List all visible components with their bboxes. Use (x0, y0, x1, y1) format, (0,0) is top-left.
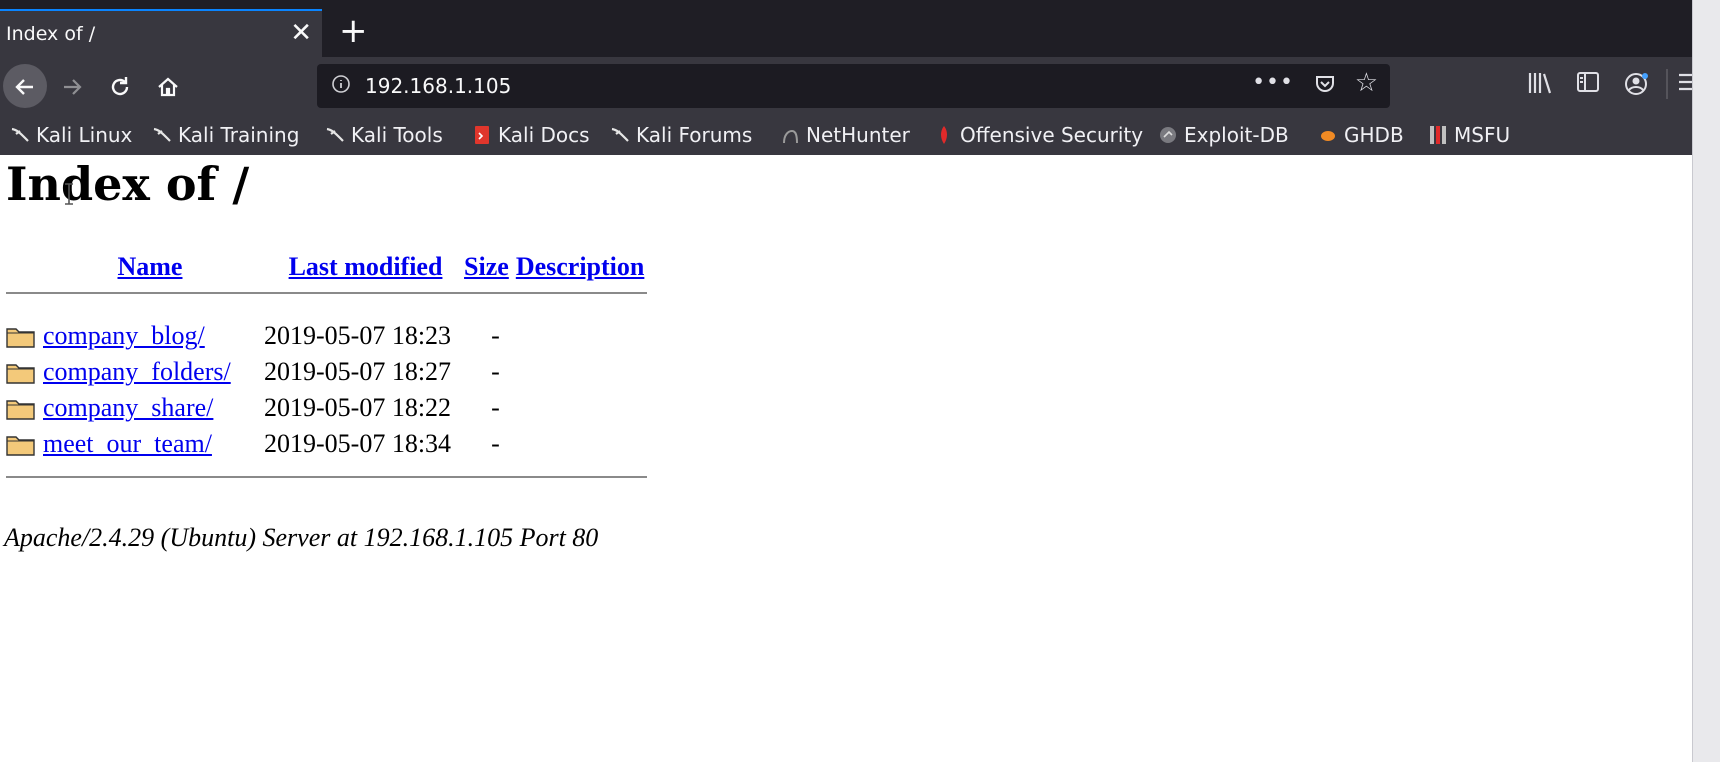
bookmark-label: Kali Training (178, 123, 300, 147)
entry-description (512, 318, 648, 354)
kali-dragon-icon (611, 127, 629, 142)
entry-modified: 2019-05-07 18:22 (264, 393, 452, 422)
bookmark-nethunter[interactable]: NetHunter (780, 121, 910, 149)
kali-dragon-icon (11, 127, 29, 142)
entry-size: - (491, 429, 500, 458)
bookmark-label: Kali Tools (351, 123, 443, 147)
entry-link[interactable]: meet_our_team/ (43, 429, 212, 458)
bookmark-label: Offensive Security (960, 123, 1144, 147)
footer-divider (6, 476, 648, 478)
menu-icon[interactable] (1679, 71, 1693, 93)
forward-arrow-icon (64, 79, 82, 95)
page-title: Index of / (6, 157, 250, 211)
bookmark-exploit-db[interactable]: Exploit-DB (1158, 121, 1289, 149)
sort-by-description-link[interactable]: Description (516, 252, 645, 281)
tab-bar: Index of / ✕ + (0, 0, 1692, 57)
account-icon[interactable] (1624, 71, 1650, 97)
folder-icon (6, 328, 35, 348)
entry-description (512, 426, 648, 462)
kali-docs-icon (475, 126, 489, 144)
bookmark-kali-docs[interactable]: Kali Docs (472, 121, 590, 149)
entry-size: - (491, 321, 500, 350)
new-tab-button[interactable]: + (339, 11, 368, 51)
sidebar-icon[interactable] (1576, 71, 1600, 93)
bookmark-kali-forums[interactable]: Kali Forums (610, 121, 752, 149)
sort-by-modified-link[interactable]: Last modified (289, 252, 443, 281)
kali-dragon-icon (153, 127, 171, 142)
entry-link[interactable]: company_blog/ (43, 321, 205, 350)
bookmarks-toolbar: Kali Linux Kali Training Kali Tools Kali Do… (0, 115, 1692, 155)
sort-by-name-link[interactable]: Name (118, 252, 183, 281)
reload-icon (111, 77, 129, 96)
entry-size: - (491, 393, 500, 422)
library-icon[interactable] (1527, 71, 1553, 95)
entry-link[interactable]: company_folders/ (43, 357, 231, 386)
table-row: meet_our_team/2019-05-07 18:34 - (6, 426, 647, 462)
pocket-icon[interactable] (1314, 73, 1336, 95)
tab-title: Index of / (6, 23, 96, 45)
sort-by-size-link[interactable]: Size (464, 252, 509, 281)
vertical-scrollbar[interactable] (1692, 0, 1720, 762)
page-content: Index of / Name Last modified Size Descr… (0, 155, 1692, 762)
ghdb-icon (1321, 131, 1335, 141)
folder-icon (6, 364, 35, 384)
nav-bar: 192.168.1.105 ••• ☆ (0, 57, 1693, 115)
url-bar[interactable]: 192.168.1.105 ••• ☆ (317, 64, 1390, 108)
text-cursor-icon (65, 183, 73, 205)
folder-icon (6, 400, 35, 420)
table-row: company_share/2019-05-07 18:22 - (6, 390, 647, 426)
bookmark-label: Kali Docs (498, 123, 590, 147)
bookmark-kali-linux[interactable]: Kali Linux (10, 121, 132, 149)
back-button[interactable] (3, 64, 47, 108)
bookmark-label: Kali Linux (36, 123, 133, 147)
back-arrow-icon (15, 79, 33, 95)
url-text[interactable]: 192.168.1.105 (365, 74, 511, 98)
entry-description (512, 354, 648, 390)
entry-size: - (491, 357, 500, 386)
info-icon[interactable] (331, 74, 351, 94)
page-actions-icon[interactable]: ••• (1252, 70, 1294, 95)
bookmark-kali-tools[interactable]: Kali Tools (325, 121, 443, 149)
close-tab-icon[interactable]: ✕ (290, 18, 312, 48)
home-icon (158, 77, 178, 97)
bookmark-star-icon[interactable]: ☆ (1355, 68, 1378, 98)
browser-chrome: Index of / ✕ + 192.168.1.105 ••• ☆ Kali … (0, 0, 1693, 155)
entry-description (512, 390, 648, 426)
header-divider (6, 292, 648, 294)
exploitdb-icon (1160, 127, 1176, 143)
directory-listing: Name Last modified Size Description comp… (6, 252, 648, 478)
home-button[interactable] (148, 66, 188, 106)
bookmark-ghdb[interactable]: GHDB (1318, 121, 1404, 149)
entry-modified: 2019-05-07 18:23 (264, 321, 452, 350)
bookmark-label: NetHunter (806, 123, 910, 147)
icon-column-header (6, 252, 42, 292)
bookmark-label: MSFU (1454, 123, 1511, 147)
folder-icon (6, 436, 35, 456)
server-signature: Apache/2.4.29 (Ubuntu) Server at 192.168… (4, 523, 599, 552)
bookmark-offensive-security[interactable]: Offensive Security (934, 121, 1143, 149)
tab-index[interactable]: Index of / ✕ (0, 9, 322, 57)
table-row: company_folders/2019-05-07 18:27 - (6, 354, 647, 390)
entry-modified: 2019-05-07 18:27 (264, 357, 452, 386)
nethunter-icon (783, 129, 798, 144)
bookmark-msfu[interactable]: MSFU (1428, 121, 1510, 149)
toolbar-separator (1666, 69, 1668, 99)
bookmark-label: Exploit-DB (1184, 123, 1289, 147)
bookmark-label: Kali Forums (636, 123, 753, 147)
offsec-icon (941, 126, 947, 144)
msfu-icon (1430, 126, 1446, 144)
kali-dragon-icon (326, 127, 344, 142)
entry-modified: 2019-05-07 18:34 (264, 429, 452, 458)
forward-button[interactable] (52, 66, 92, 106)
reload-button[interactable] (100, 66, 140, 106)
listing-header: Name Last modified Size Description (6, 252, 647, 292)
bookmark-kali-training[interactable]: Kali Training (152, 121, 299, 149)
table-row: company_blog/2019-05-07 18:23 - (6, 318, 647, 354)
bookmark-label: GHDB (1344, 123, 1404, 147)
entry-link[interactable]: company_share/ (43, 393, 213, 422)
